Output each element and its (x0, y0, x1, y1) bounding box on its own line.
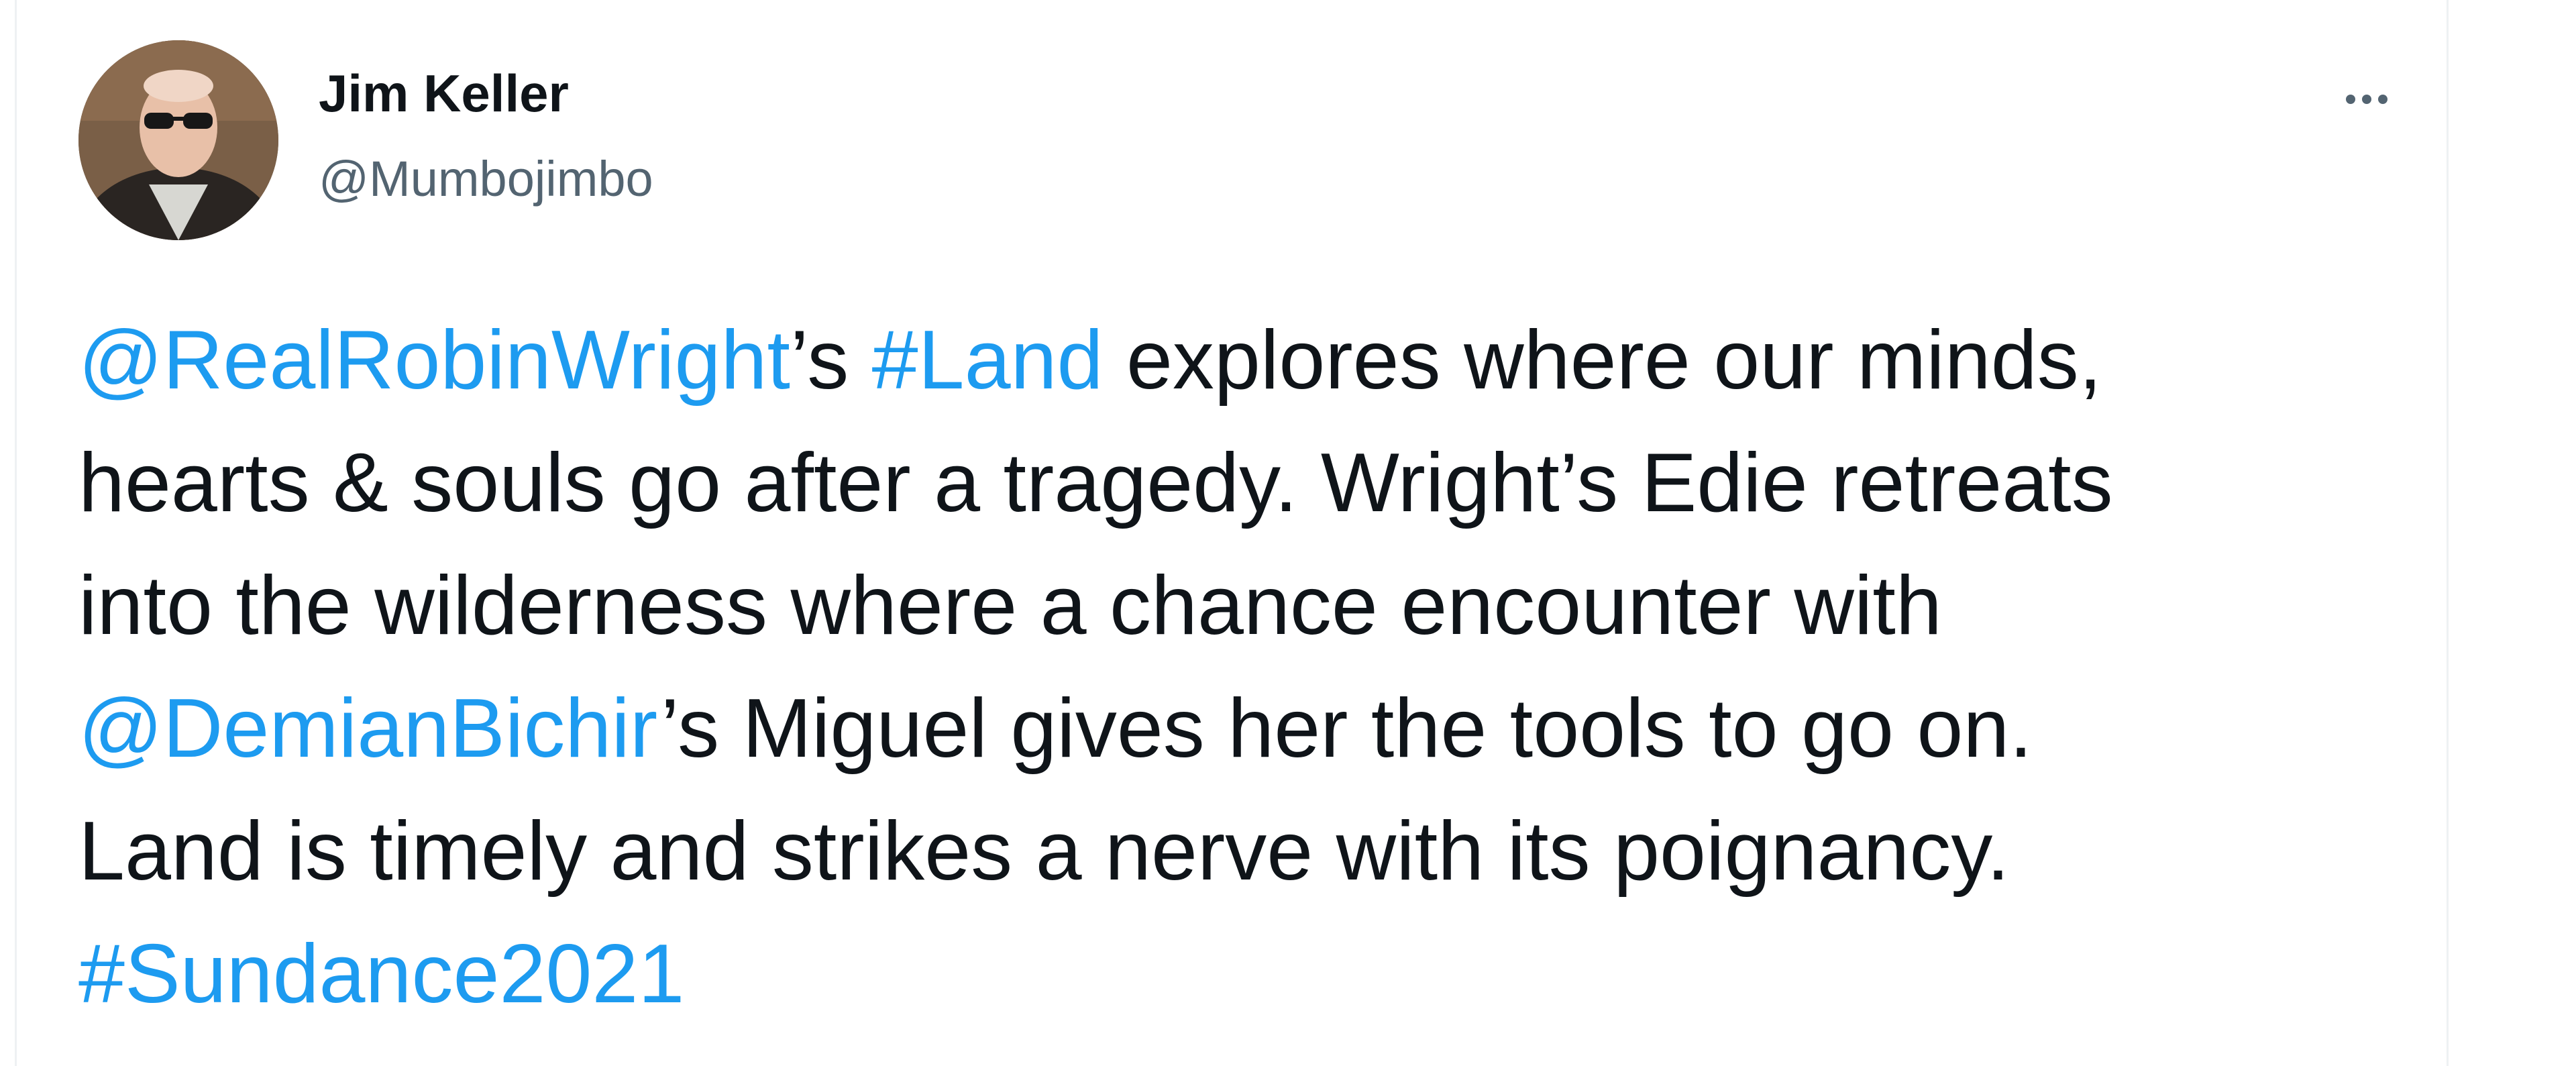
tweet-line-5: Land is timely and strikes a nerve with … (78, 805, 2010, 898)
author-handle[interactable]: @Mumbojimbo (319, 154, 653, 204)
tweet-page: Jim Keller @Mumbojimbo @RealRobinWright’… (0, 0, 2576, 1066)
more-dot (2346, 95, 2355, 104)
tweet-line-3: into the wilderness where a chance encou… (78, 559, 1942, 652)
more-options-icon[interactable] (2330, 72, 2404, 126)
mention-link-demian-bichir[interactable]: @DemianBichir (78, 682, 661, 775)
more-dot (2362, 95, 2371, 104)
tweet-line-6: #Sundance2021 (78, 913, 2426, 1036)
tweet-text-segment: ’s Miguel gives her the tools to go on. (660, 682, 2033, 775)
tweet-line-2: hearts & souls go after a tragedy. Wrigh… (78, 437, 2113, 529)
avatar[interactable] (78, 40, 278, 240)
tweet-line-1: @RealRobinWright’s #Land explores where … (78, 299, 2426, 422)
avatar-image (78, 40, 278, 240)
tweet-text: @RealRobinWright’s #Land explores where … (78, 299, 2426, 1036)
tweet-text-segment: explores where our minds, (1103, 314, 2102, 407)
author-display-name[interactable]: Jim Keller (319, 67, 569, 119)
mention-link-robin-wright[interactable]: @RealRobinWright (78, 314, 790, 407)
tweet-card: Jim Keller @Mumbojimbo @RealRobinWright’… (15, 0, 2449, 1066)
hashtag-link-land[interactable]: #Land (872, 314, 1104, 407)
hashtag-link-sundance2021[interactable]: #Sundance2021 (78, 928, 684, 1020)
tweet-text-segment: ’s (790, 314, 872, 407)
tweet-line-4: @DemianBichir’s Miguel gives her the too… (78, 668, 2426, 790)
more-dot (2378, 95, 2387, 104)
